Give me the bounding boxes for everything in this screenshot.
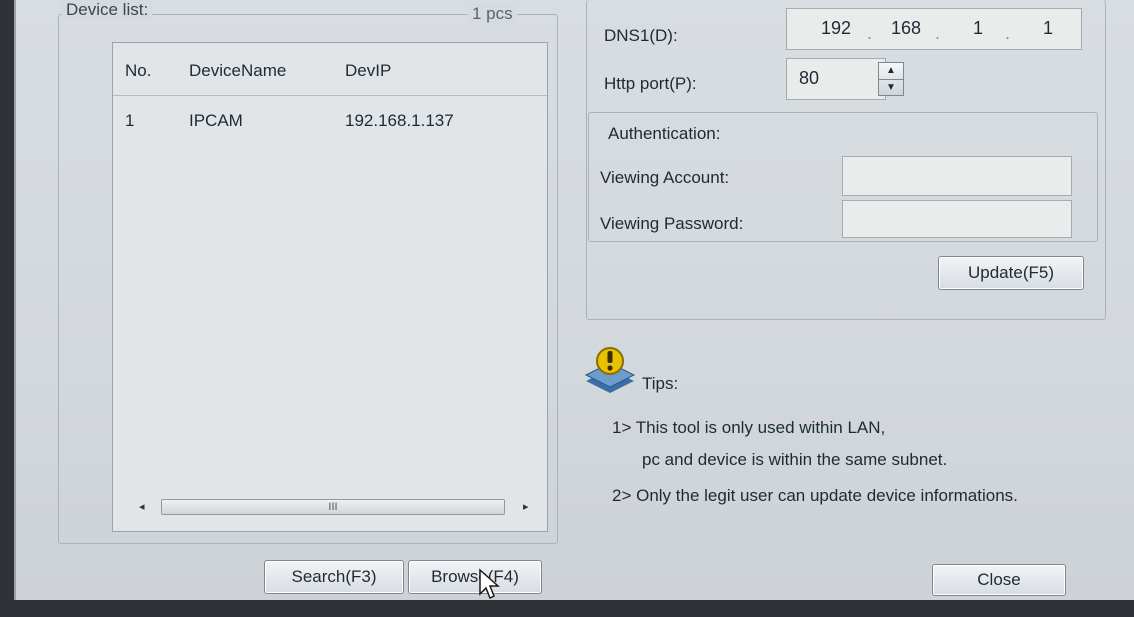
http-port-spinner[interactable]: ▲ ▼ — [878, 62, 904, 96]
viewing-password-input[interactable] — [842, 200, 1072, 238]
header-divider — [113, 95, 547, 96]
column-header-devicename[interactable]: DeviceName — [189, 61, 286, 81]
close-button[interactable]: Close — [932, 564, 1066, 596]
ip-tool-window: Device list: 1 pcs No. DeviceName DevIP … — [14, 0, 1134, 600]
dns1-label: DNS1(D): — [604, 26, 678, 45]
scroll-thumb[interactable]: III — [161, 499, 505, 515]
dot-separator: . — [935, 23, 941, 43]
dns1-octet-4: 1 — [1043, 18, 1054, 38]
tip-line-1b: pc and device is within the same subnet. — [642, 450, 948, 469]
update-button[interactable]: Update(F5) — [938, 256, 1084, 290]
tips-title: Tips: — [642, 374, 679, 393]
dns1-octet-2: 168 — [891, 18, 922, 38]
authentication-title: Authentication: — [608, 124, 721, 143]
dns1-octet-3: 1 — [973, 18, 984, 38]
column-header-devip[interactable]: DevIP — [345, 61, 391, 81]
http-port-value: 80 — [799, 68, 820, 88]
warning-stack-icon — [584, 347, 636, 393]
viewing-account-label: Viewing Account: — [600, 168, 730, 187]
scroll-left-icon[interactable]: ◂ — [139, 500, 145, 513]
dns1-octet-1: 192 — [821, 18, 852, 38]
spin-down-icon[interactable]: ▼ — [879, 79, 903, 96]
search-button[interactable]: Search(F3) — [264, 560, 404, 594]
viewing-account-input[interactable] — [842, 156, 1072, 196]
http-port-label: Http port(P): — [604, 74, 697, 93]
device-table[interactable]: No. DeviceName DevIP 1 IPCAM 192.168.1.1… — [112, 42, 548, 532]
dot-separator: . — [1005, 23, 1011, 43]
device-count: 1 pcs — [468, 4, 517, 24]
spin-up-icon[interactable]: ▲ — [879, 63, 903, 79]
row-devicename: IPCAM — [189, 111, 243, 130]
column-header-no[interactable]: No. — [125, 61, 151, 81]
dot-separator: . — [867, 23, 873, 43]
scroll-right-icon[interactable]: ▸ — [523, 500, 529, 513]
mouse-cursor-icon — [479, 568, 500, 600]
tip-line-1: 1> This tool is only used within LAN, — [612, 418, 886, 437]
horizontal-scrollbar[interactable]: ◂ III ▸ — [125, 497, 535, 519]
table-row[interactable]: 1 IPCAM 192.168.1.137 — [113, 105, 547, 131]
tip-line-2: 2> Only the legit user can update device… — [612, 486, 1018, 505]
row-devip: 192.168.1.137 — [345, 111, 454, 130]
device-list-label: Device list: — [62, 0, 153, 20]
viewing-password-label: Viewing Password: — [600, 214, 744, 233]
row-no: 1 — [125, 111, 135, 130]
dns1-ip-field[interactable]: 192 . 168 . 1 . 1 — [786, 8, 1082, 50]
http-port-input[interactable]: 80 — [786, 58, 886, 100]
